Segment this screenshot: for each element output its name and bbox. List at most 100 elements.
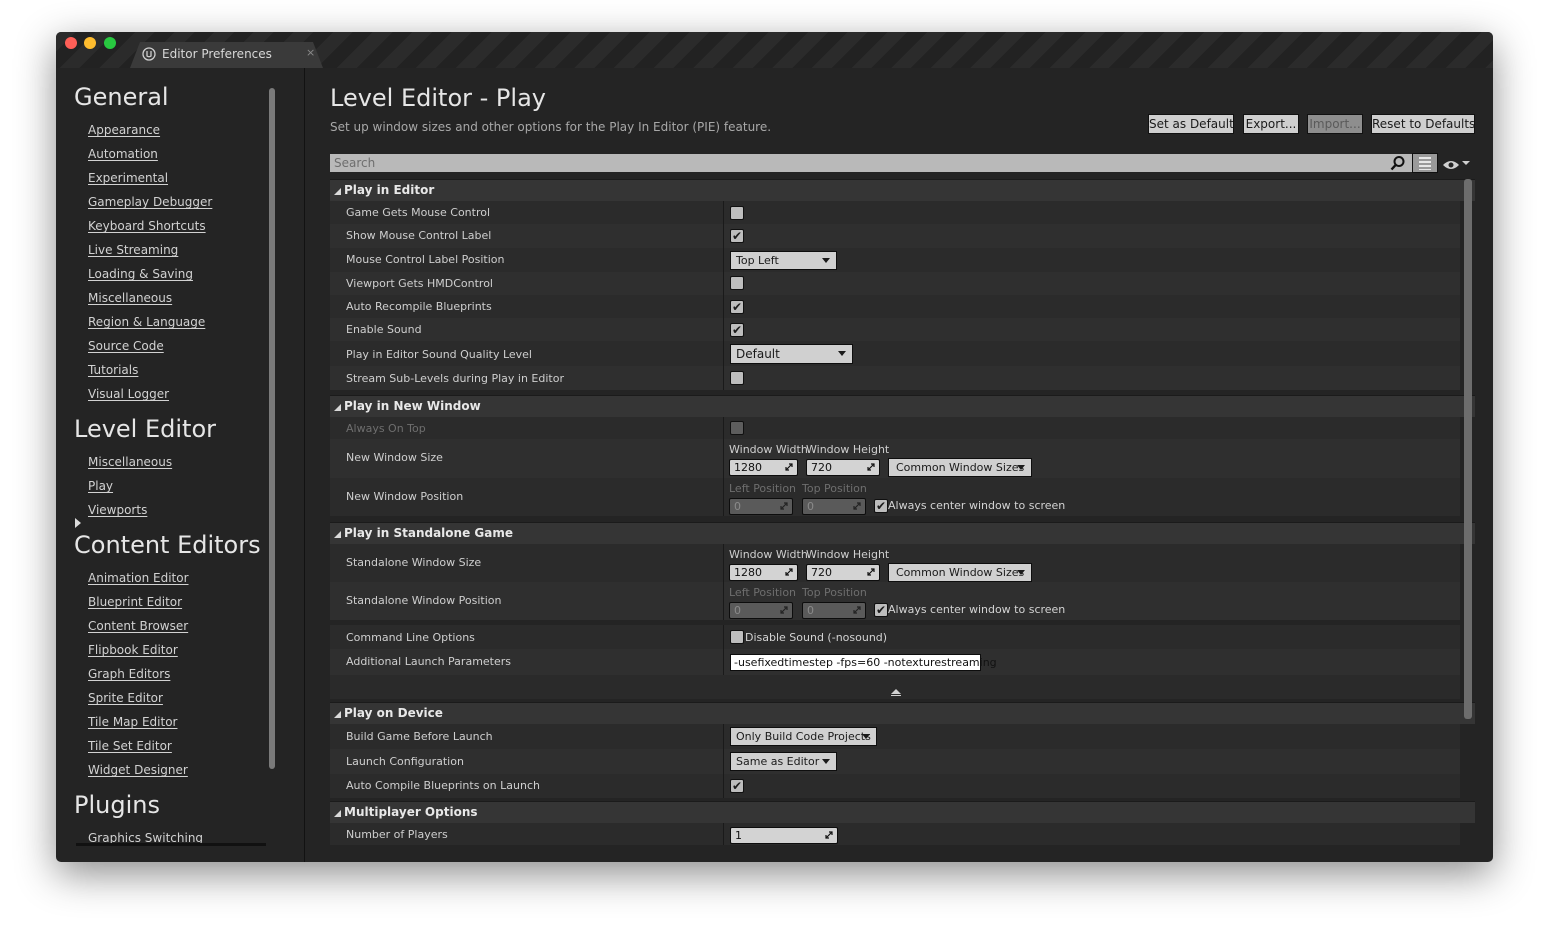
close-window-button[interactable] [65, 37, 77, 49]
launch-parameters-input[interactable]: -usefixedtimestep -fps=60 -notexturestre… [730, 654, 997, 671]
tab-close-icon[interactable]: × [306, 46, 315, 59]
zoom-window-button[interactable] [104, 37, 116, 49]
sound-quality-dropdown[interactable]: Default [730, 344, 853, 364]
minimize-window-button[interactable] [84, 37, 96, 49]
category-play-in-standalone-game[interactable]: Play in Standalone Game [330, 522, 1475, 544]
viewport-hmd-checkbox[interactable] [730, 276, 744, 290]
sidebar-item-widget-designer[interactable]: Widget Designer [88, 763, 188, 777]
sidebar-item-content-browser[interactable]: Content Browser [88, 619, 188, 633]
check-icon: ✔ [876, 499, 887, 513]
always-on-top-checkbox[interactable] [730, 421, 744, 435]
window-width-input[interactable]: 1280 [729, 459, 798, 476]
standalone-center-checkbox[interactable]: ✔ [874, 603, 888, 617]
sidebar-item-visual-logger[interactable]: Visual Logger [88, 387, 169, 401]
sidebar-item-gameplay-debugger[interactable]: Gameplay Debugger [88, 195, 212, 209]
editor-preferences-tab[interactable]: Editor Preferences × [130, 42, 323, 68]
standalone-width-input[interactable]: 1280 [729, 564, 798, 581]
center-window-checkbox[interactable]: ✔ [874, 499, 888, 513]
row-splitter[interactable] [723, 649, 724, 675]
sidebar-item-viewports[interactable]: Viewports [88, 503, 147, 517]
row-splitter[interactable] [723, 201, 724, 224]
chevron-down-icon[interactable] [1462, 161, 1470, 165]
sidebar-item-region-language[interactable]: Region & Language [88, 315, 205, 329]
enable-sound-checkbox[interactable]: ✔ [730, 323, 744, 337]
row-splitter[interactable] [723, 823, 724, 845]
sidebar-item-tile-map-editor[interactable]: Tile Map Editor [88, 715, 177, 729]
sidebar-item-automation[interactable]: Automation [88, 147, 158, 161]
row-splitter[interactable] [723, 724, 724, 749]
category-multiplayer-options[interactable]: Multiplayer Options [330, 801, 1475, 823]
sidebar-item-miscellaneous[interactable]: Miscellaneous [88, 291, 172, 305]
common-window-sizes-dropdown[interactable]: Common Window Sizes [888, 458, 1032, 477]
category-play-on-device[interactable]: Play on Device [330, 702, 1475, 724]
sidebar-item-experimental[interactable]: Experimental [88, 171, 168, 185]
row-splitter[interactable] [723, 439, 724, 478]
standalone-height-input[interactable]: 720 [806, 564, 880, 581]
eye-icon[interactable] [1442, 156, 1460, 169]
export-button[interactable]: Export... [1243, 114, 1299, 134]
standalone-window-sizes-dropdown[interactable]: Common Window Sizes [888, 563, 1032, 582]
row-splitter[interactable] [723, 774, 724, 798]
build-before-launch-dropdown[interactable]: Only Build Code Projects [730, 727, 877, 746]
row-splitter[interactable] [723, 224, 724, 248]
window-height-input[interactable]: 720 [806, 459, 880, 476]
standalone-left-input[interactable]: 0 [729, 602, 793, 619]
row-splitter[interactable] [723, 582, 724, 620]
collapse-advanced-icon[interactable] [891, 689, 901, 694]
sidebar-item-live-streaming[interactable]: Live Streaming [88, 243, 178, 257]
row-splitter[interactable] [723, 749, 724, 774]
row-splitter[interactable] [723, 478, 724, 516]
auto-compile-checkbox[interactable]: ✔ [730, 779, 744, 793]
sidebar-scrollbar[interactable] [269, 88, 275, 769]
mouse-label-position-dropdown[interactable]: Top Left [730, 251, 837, 270]
check-icon: ✔ [876, 603, 887, 617]
property-label: Always On Top [346, 422, 426, 435]
set-as-default-button[interactable]: Set as Default [1148, 114, 1234, 134]
launch-configuration-dropdown[interactable]: Same as Editor [730, 752, 837, 771]
category-play-in-new-window[interactable]: Play in New Window [330, 395, 1475, 417]
selected-arrow-icon [75, 518, 81, 528]
stream-sublevels-checkbox[interactable] [730, 371, 744, 385]
row-splitter[interactable] [723, 248, 724, 272]
sidebar-item-graph-editors[interactable]: Graph Editors [88, 667, 170, 681]
row-splitter[interactable] [723, 341, 724, 366]
row-splitter[interactable] [723, 625, 724, 649]
sidebar-item-blueprint-editor[interactable]: Blueprint Editor [88, 595, 182, 609]
view-options-button[interactable] [1412, 153, 1438, 173]
category-play-in-editor[interactable]: Play in Editor [330, 179, 1475, 201]
disable-sound-checkbox[interactable] [730, 630, 744, 644]
sidebar-item-flipbook-editor[interactable]: Flipbook Editor [88, 643, 178, 657]
check-icon: ✔ [732, 300, 743, 314]
top-position-input[interactable]: 0 [802, 498, 866, 515]
sidebar-item-loading-saving[interactable]: Loading & Saving [88, 267, 193, 281]
import-button[interactable]: Import... [1307, 114, 1363, 134]
sidebar-item-sprite-editor[interactable]: Sprite Editor [88, 691, 163, 705]
sidebar-item-source-code[interactable]: Source Code [88, 339, 164, 353]
show-mouse-label-checkbox[interactable]: ✔ [730, 229, 744, 243]
row-splitter[interactable] [723, 417, 724, 439]
sidebar-divider[interactable] [304, 68, 305, 862]
property-label: Stream Sub-Levels during Play in Editor [346, 372, 564, 385]
sidebar-item-level-miscellaneous[interactable]: Miscellaneous [88, 455, 172, 469]
details-scrollbar[interactable] [1464, 179, 1472, 719]
auto-recompile-checkbox[interactable]: ✔ [730, 300, 744, 314]
sidebar-item-animation-editor[interactable]: Animation Editor [88, 571, 189, 585]
number-of-players-input[interactable]: 1 [730, 827, 838, 844]
search-input[interactable] [330, 154, 1412, 172]
row-splitter[interactable] [723, 544, 724, 582]
reset-to-defaults-button[interactable]: Reset to Defaults [1371, 114, 1475, 134]
sidebar-item-play[interactable]: Play [88, 479, 113, 493]
sidebar-item-tile-set-editor[interactable]: Tile Set Editor [88, 739, 172, 753]
dropdown-value: Same as Editor [736, 755, 820, 768]
sidebar-item-keyboard-shortcuts[interactable]: Keyboard Shortcuts [88, 219, 206, 233]
sidebar-item-appearance[interactable]: Appearance [88, 123, 160, 137]
row-splitter[interactable] [723, 366, 724, 390]
row-splitter[interactable] [723, 272, 724, 295]
game-gets-mouse-checkbox[interactable] [730, 206, 744, 220]
sidebar-item-tutorials[interactable]: Tutorials [88, 363, 138, 377]
standalone-top-input[interactable]: 0 [802, 602, 866, 619]
search-icon[interactable] [1390, 155, 1406, 171]
left-position-input[interactable]: 0 [729, 498, 793, 515]
row-splitter[interactable] [723, 295, 724, 318]
row-splitter[interactable] [723, 318, 724, 341]
